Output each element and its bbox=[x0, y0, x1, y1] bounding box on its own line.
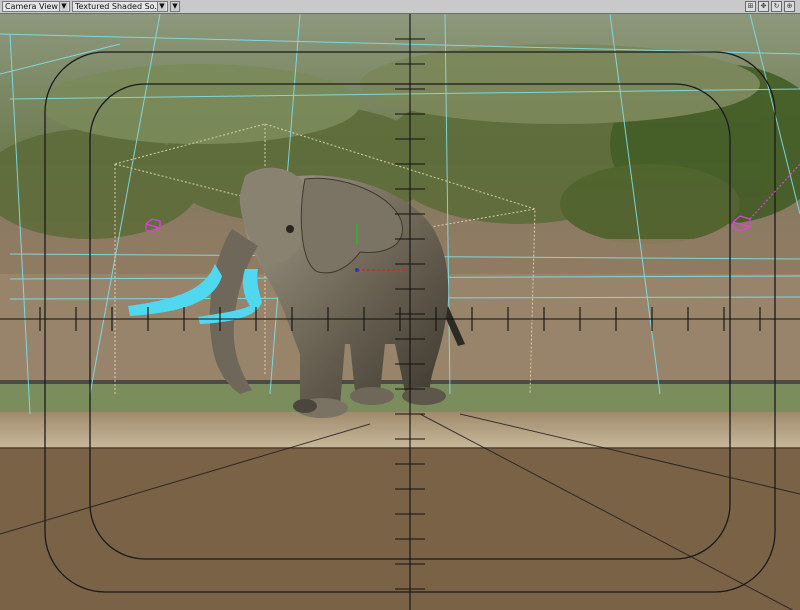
viewport-canvas bbox=[0, 14, 800, 610]
render-mode-label: Textured Shaded So... bbox=[75, 2, 163, 11]
view-type-label: Camera View bbox=[5, 2, 58, 11]
rotate-view-button[interactable]: ↻ bbox=[771, 1, 782, 12]
zoom-view-icon: ⊕ bbox=[786, 2, 793, 10]
move-view-icon: ✥ bbox=[760, 2, 767, 10]
camera-viewport-window: Camera View ▼ Textured Shaded So... ▼ ▼ … bbox=[0, 0, 800, 610]
3d-viewport[interactable] bbox=[0, 14, 800, 610]
chevron-down-icon: ▼ bbox=[171, 2, 179, 11]
zoom-view-button[interactable]: ⊕ bbox=[784, 1, 795, 12]
render-mode-dropdown[interactable]: Textured Shaded So... ▼ bbox=[72, 1, 168, 12]
ground-plane-texture bbox=[0, 412, 800, 448]
chevron-down-icon: ▼ bbox=[59, 2, 68, 11]
ground-floor bbox=[0, 448, 800, 610]
viewport-options-dropdown[interactable]: ▼ bbox=[170, 1, 180, 12]
ground-plane-grass bbox=[0, 380, 800, 412]
viewport-toolbar: Camera View ▼ Textured Shaded So... ▼ ▼ … bbox=[0, 0, 800, 14]
move-view-button[interactable]: ✥ bbox=[758, 1, 769, 12]
maximize-viewport-button[interactable]: ⊞ bbox=[745, 1, 756, 12]
view-type-dropdown[interactable]: Camera View ▼ bbox=[2, 1, 70, 12]
maximize-viewport-icon: ⊞ bbox=[747, 2, 754, 10]
chevron-down-icon: ▼ bbox=[157, 2, 166, 11]
rotate-view-icon: ↻ bbox=[773, 2, 780, 10]
